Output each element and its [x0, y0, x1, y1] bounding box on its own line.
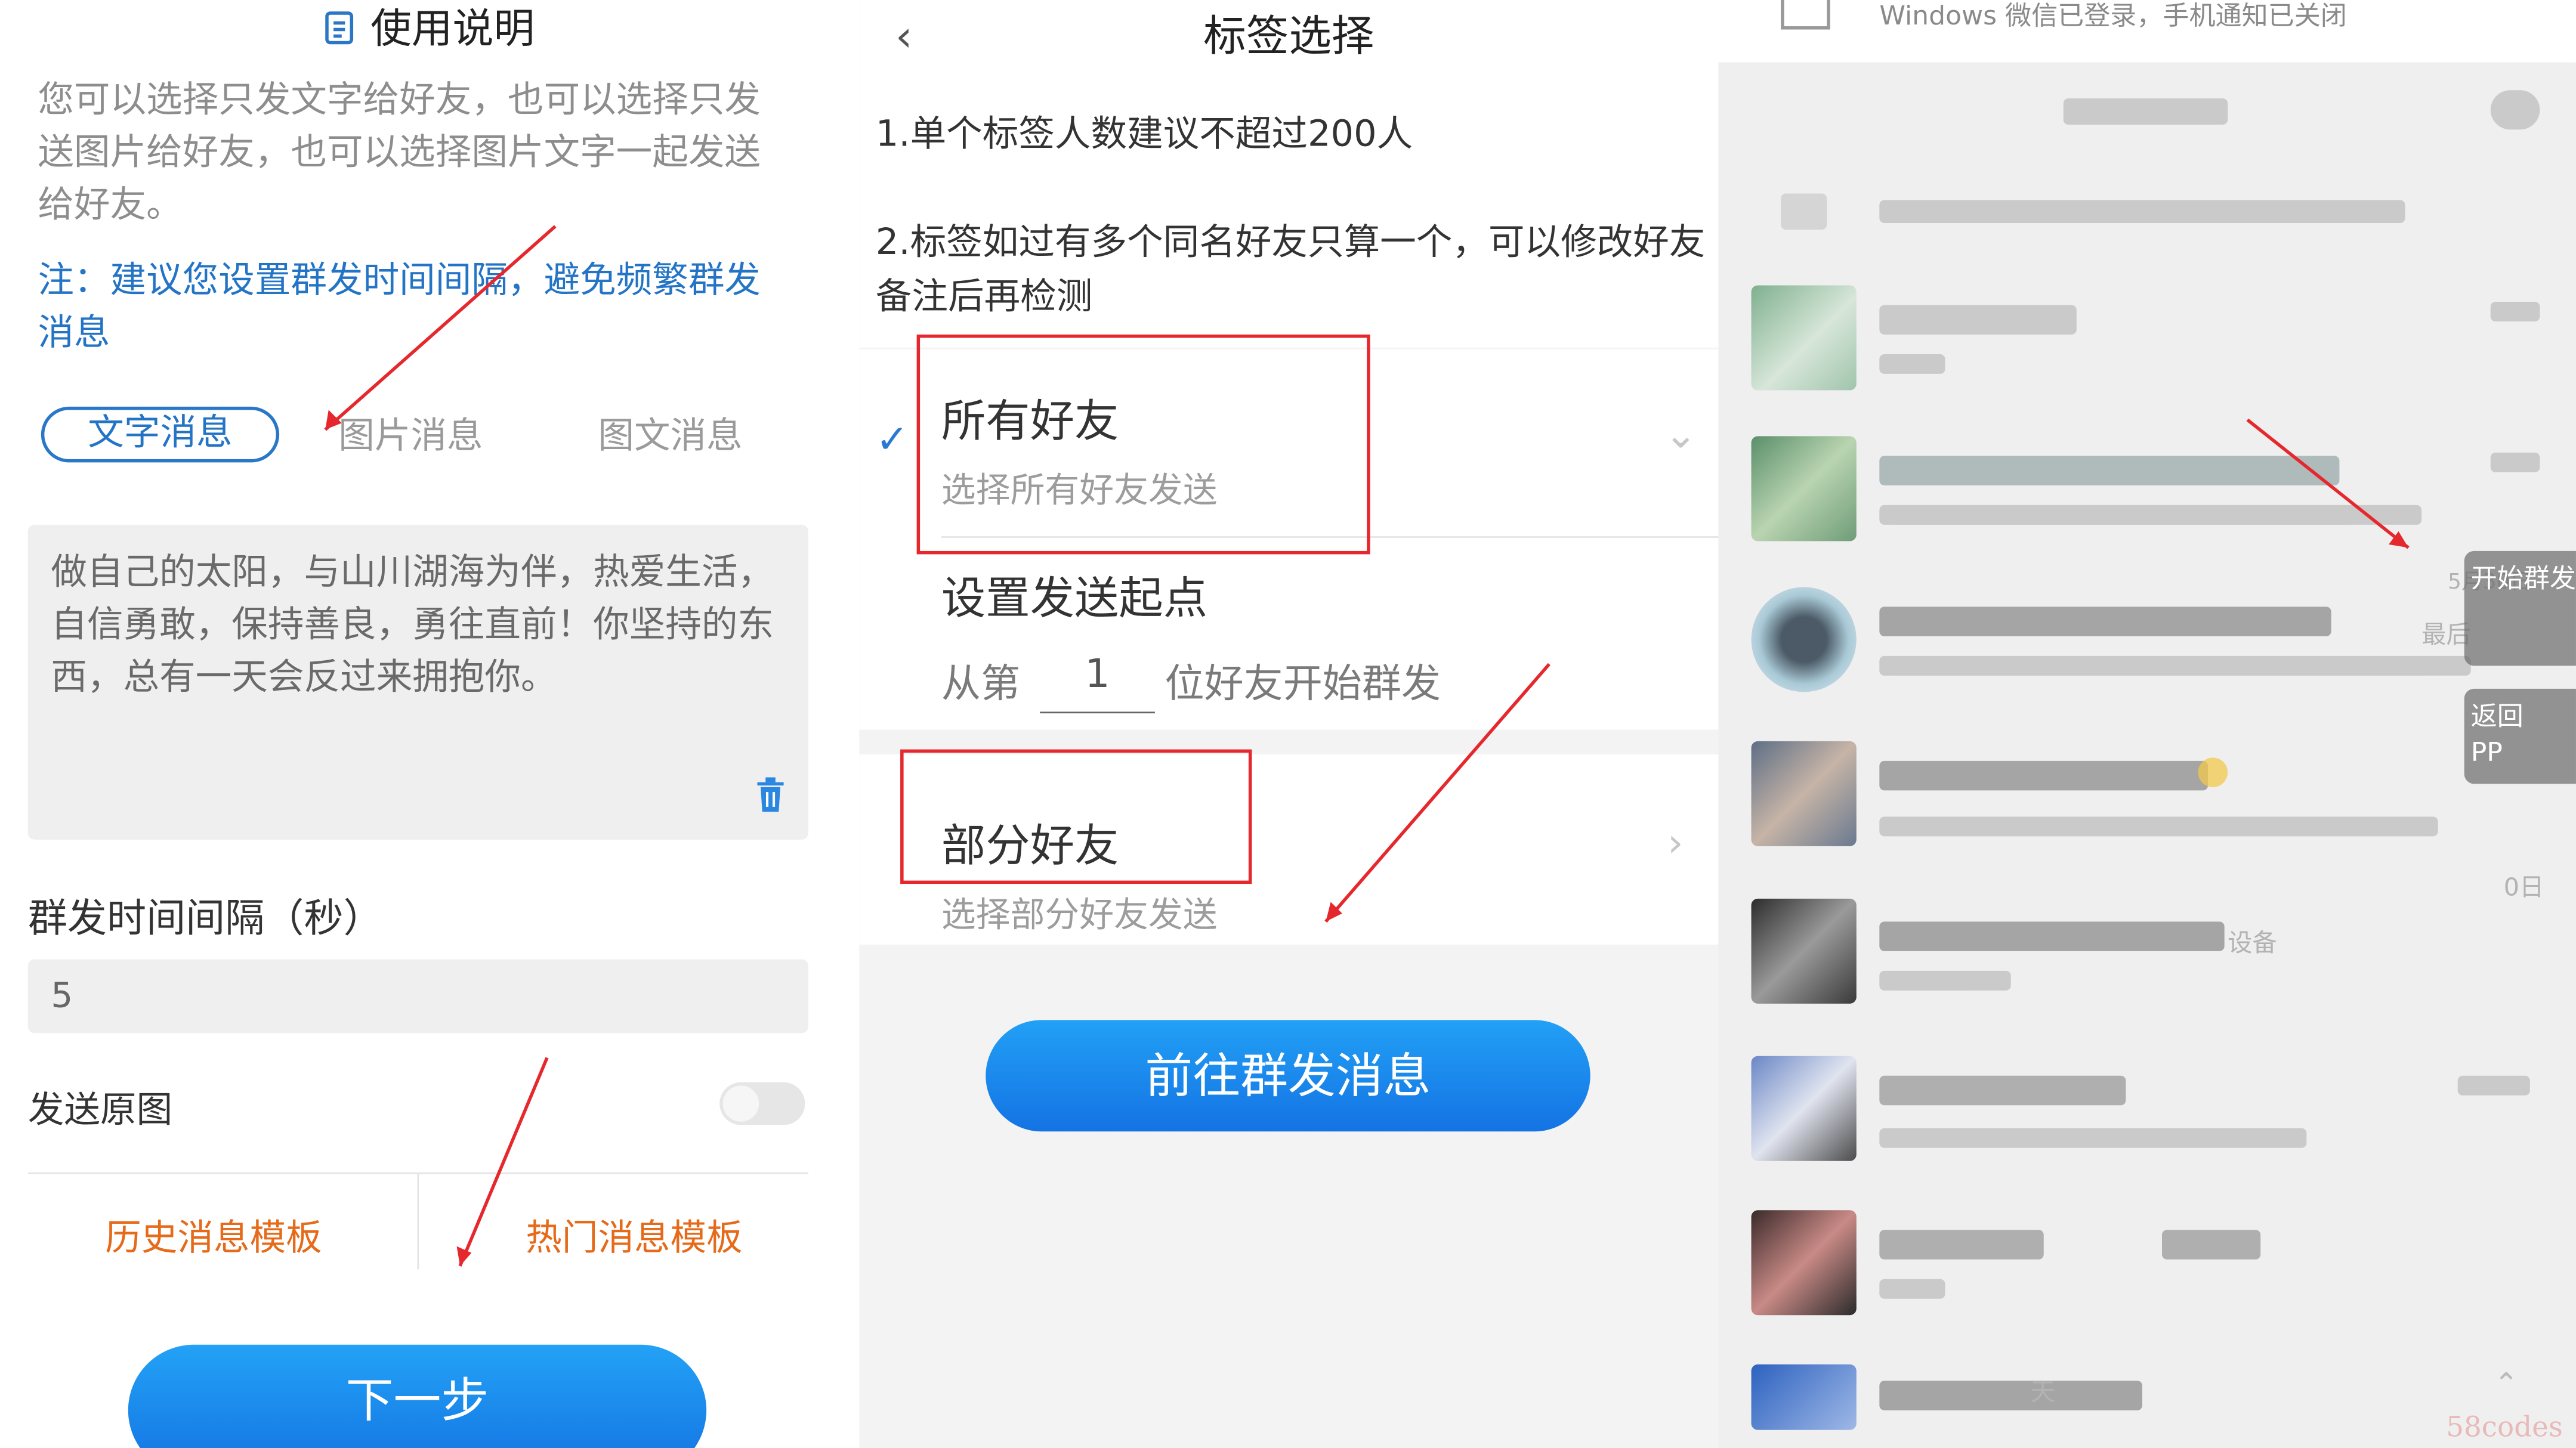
go-to-mass-send-button[interactable]: 前往群发消息: [986, 1020, 1590, 1132]
message-settings-panel: 使用说明 您可以选择只发文字给好友，也可以选择只发送图片给好友，也可以选择图片文…: [0, 0, 860, 1448]
watermark: 58codes: [2446, 1412, 2563, 1445]
annotation-arrows: [324, 225, 557, 1267]
wechat-chat-list-panel: Windows 微信已登录，手机通知已关闭 设备 天 ⌃ 最后 0日 开始群发 …: [1718, 0, 2576, 1448]
annotation-arrow: [2246, 418, 2410, 549]
tag-selection-panel: ‹ 标签选择 1.单个标签人数建议不超过200人 2.标签如过有多个同名好友只算…: [859, 0, 1719, 1448]
annotation-arrow: [1324, 663, 1550, 923]
